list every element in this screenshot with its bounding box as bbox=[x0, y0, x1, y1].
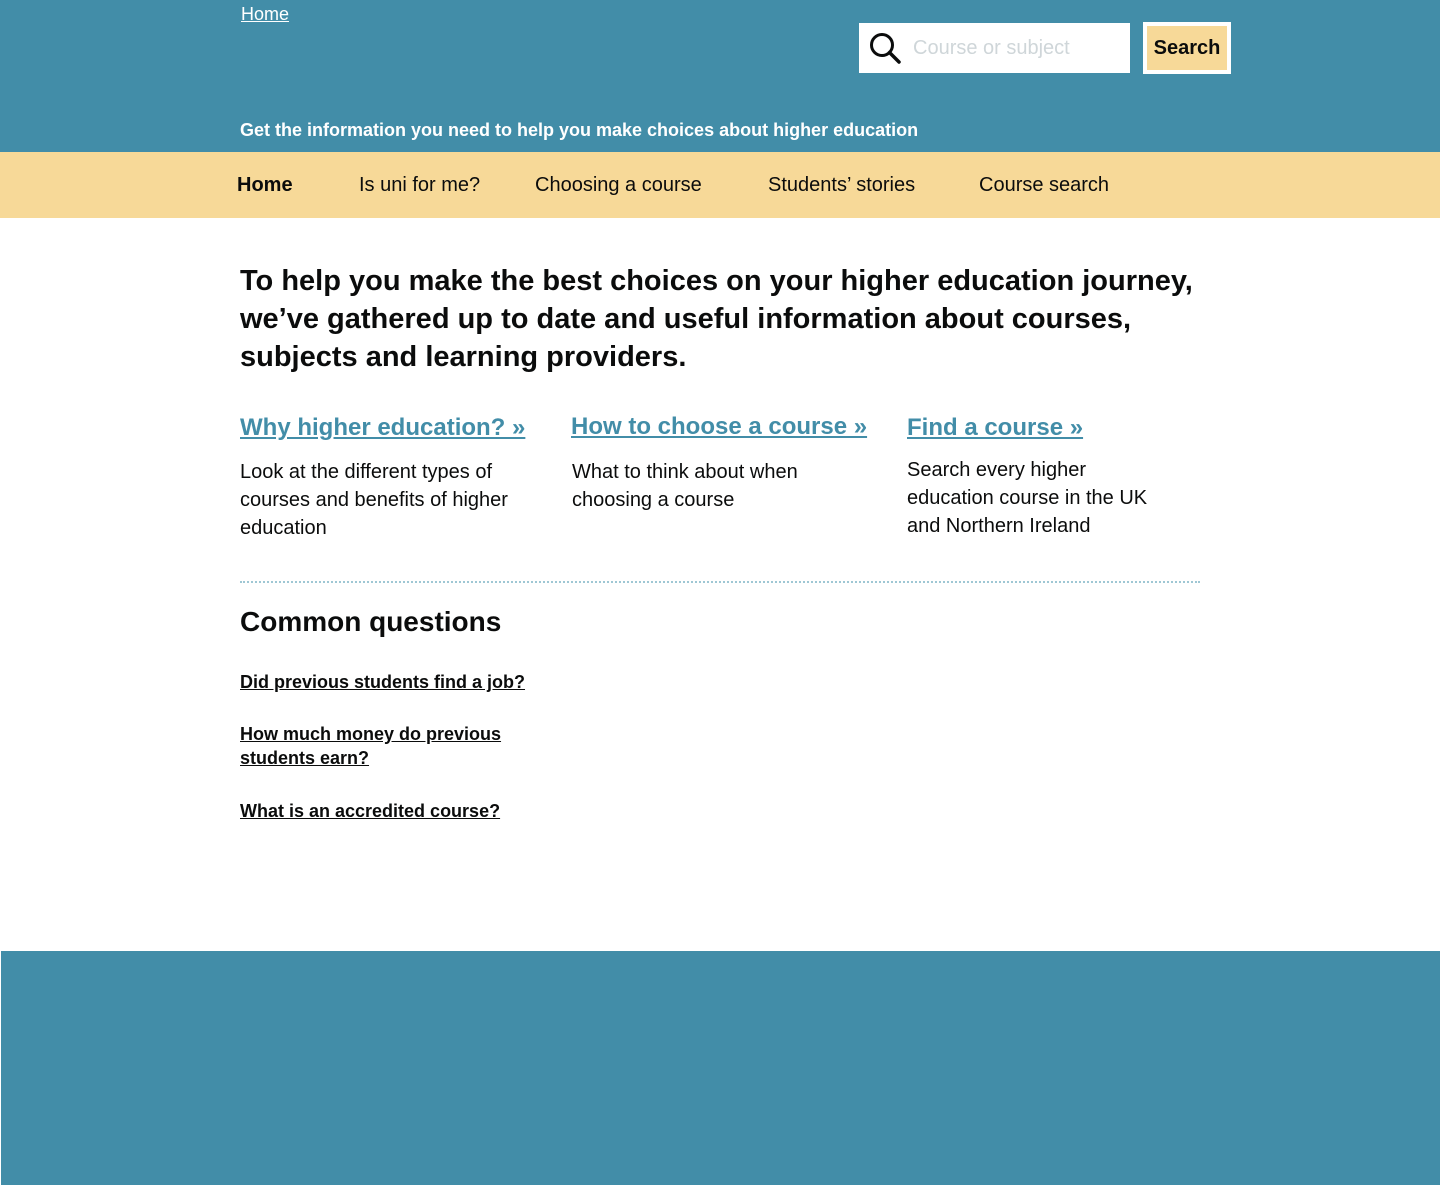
main-navigation: Home Is uni for me? Choosing a course St… bbox=[0, 152, 1440, 218]
why-higher-education-link[interactable]: Why higher education? » bbox=[240, 414, 525, 442]
find-a-course-link[interactable]: Find a course » bbox=[907, 414, 1083, 442]
site-footer bbox=[1, 951, 1440, 1185]
section-divider bbox=[240, 581, 1200, 583]
breadcrumb-home-link[interactable]: Home bbox=[241, 4, 289, 25]
search-box bbox=[859, 23, 1130, 73]
nav-item-is-uni-for-me[interactable]: Is uni for me? bbox=[359, 174, 480, 197]
find-a-course-description: Search every higher education course in … bbox=[907, 459, 1148, 537]
how-to-choose-course-description: What to think about when choosing a cour… bbox=[572, 461, 798, 511]
search-input[interactable] bbox=[913, 28, 1118, 68]
nav-item-choosing-a-course[interactable]: Choosing a course bbox=[535, 174, 702, 197]
info-column-how-to-choose: How to choose a course » What to think a… bbox=[571, 413, 871, 514]
question-link-accredited-course[interactable]: What is an accredited course? bbox=[240, 799, 540, 823]
search-icon bbox=[870, 33, 901, 64]
why-higher-education-description: Look at the different types of courses a… bbox=[240, 461, 508, 539]
how-to-choose-course-link[interactable]: How to choose a course » bbox=[571, 413, 867, 441]
question-link-previous-students-job[interactable]: Did previous students find a job? bbox=[240, 670, 540, 694]
site-header: Home Search Get the information you need… bbox=[0, 0, 1440, 152]
nav-item-students-stories[interactable]: Students’ stories bbox=[768, 174, 915, 197]
info-column-find-a-course: Find a course » Search every higher educ… bbox=[907, 414, 1167, 540]
common-questions-heading: Common questions bbox=[240, 606, 502, 637]
nav-item-course-search[interactable]: Course search bbox=[979, 174, 1109, 197]
nav-item-home[interactable]: Home bbox=[237, 174, 293, 197]
site-tagline: Get the information you need to help you… bbox=[240, 120, 919, 140]
intro-text: To help you make the best choices on you… bbox=[240, 265, 1193, 373]
search-button[interactable]: Search bbox=[1143, 22, 1231, 74]
question-link-previous-students-earn[interactable]: How much money do previous students earn… bbox=[240, 722, 530, 770]
info-column-why-higher-education: Why higher education? » Look at the diff… bbox=[240, 414, 540, 542]
